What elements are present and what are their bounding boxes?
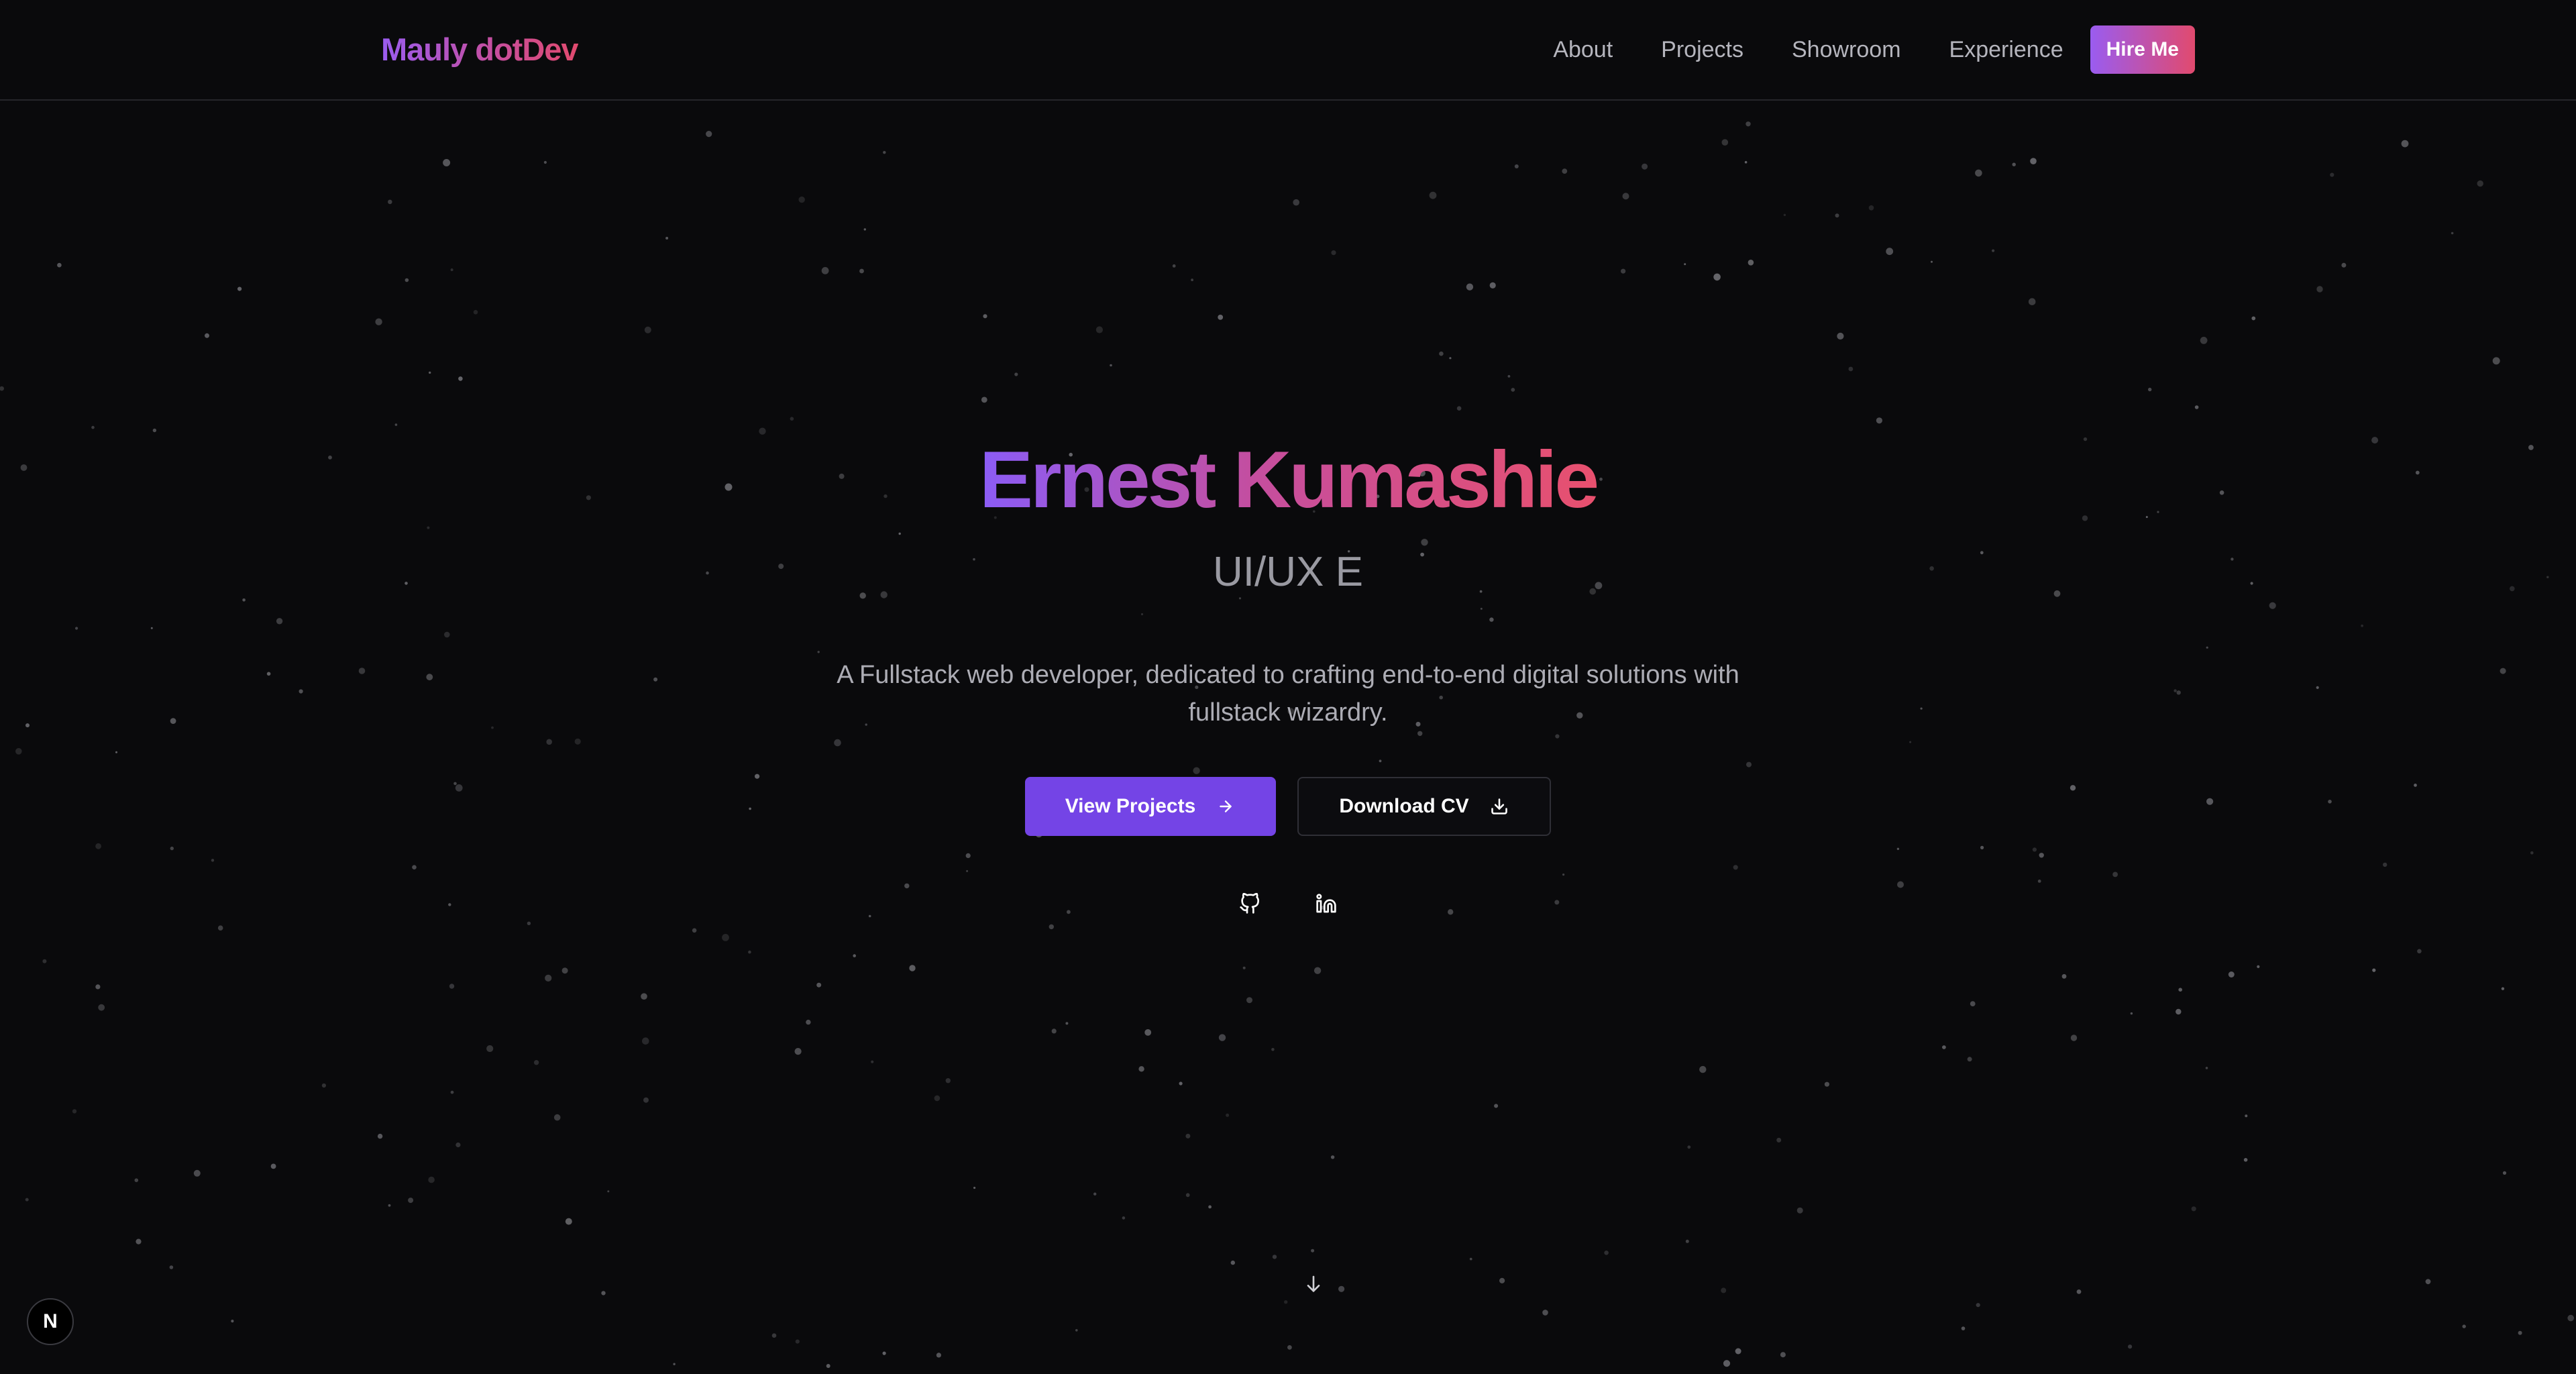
github-icon[interactable] xyxy=(1238,892,1261,915)
nav-links: About Projects Showroom Experience Hire … xyxy=(1553,25,2195,74)
cta-row: View Projects Download CV xyxy=(0,777,2576,836)
page: Mauly dotDev About Projects Showroom Exp… xyxy=(0,0,2576,1374)
nextjs-dev-badge[interactable]: N xyxy=(27,1298,74,1345)
download-cv-label: Download CV xyxy=(1339,795,1469,817)
hero-role: UI/UX E xyxy=(1213,549,1363,595)
social-links xyxy=(0,892,2576,915)
navbar: Mauly dotDev About Projects Showroom Exp… xyxy=(0,0,2576,101)
linkedin-icon[interactable] xyxy=(1315,892,1338,915)
logo[interactable]: Mauly dotDev xyxy=(381,31,579,68)
hire-me-button[interactable]: Hire Me xyxy=(2090,25,2195,74)
hero-name: Ernest Kumashie xyxy=(0,429,2576,530)
nav-link-about[interactable]: About xyxy=(1553,25,1613,74)
view-projects-button[interactable]: View Projects xyxy=(1025,777,1276,836)
nav-link-projects[interactable]: Projects xyxy=(1661,25,1743,74)
hero-description: A Fullstack web developer, dedicated to … xyxy=(837,661,1739,727)
download-icon xyxy=(1489,796,1509,816)
download-cv-button[interactable]: Download CV xyxy=(1297,777,1551,836)
arrow-right-icon xyxy=(1216,796,1236,816)
view-projects-label: View Projects xyxy=(1065,795,1196,817)
hero-name-text: Ernest Kumashie xyxy=(979,435,1599,525)
nav-link-experience[interactable]: Experience xyxy=(1949,25,2063,74)
scroll-down-icon[interactable] xyxy=(1303,1272,1324,1298)
hero-section: Ernest Kumashie UI/UX E A Fullstack web … xyxy=(0,0,2576,1374)
nextjs-badge-letter: N xyxy=(43,1310,58,1332)
nav-link-showroom[interactable]: Showroom xyxy=(1792,25,1901,74)
